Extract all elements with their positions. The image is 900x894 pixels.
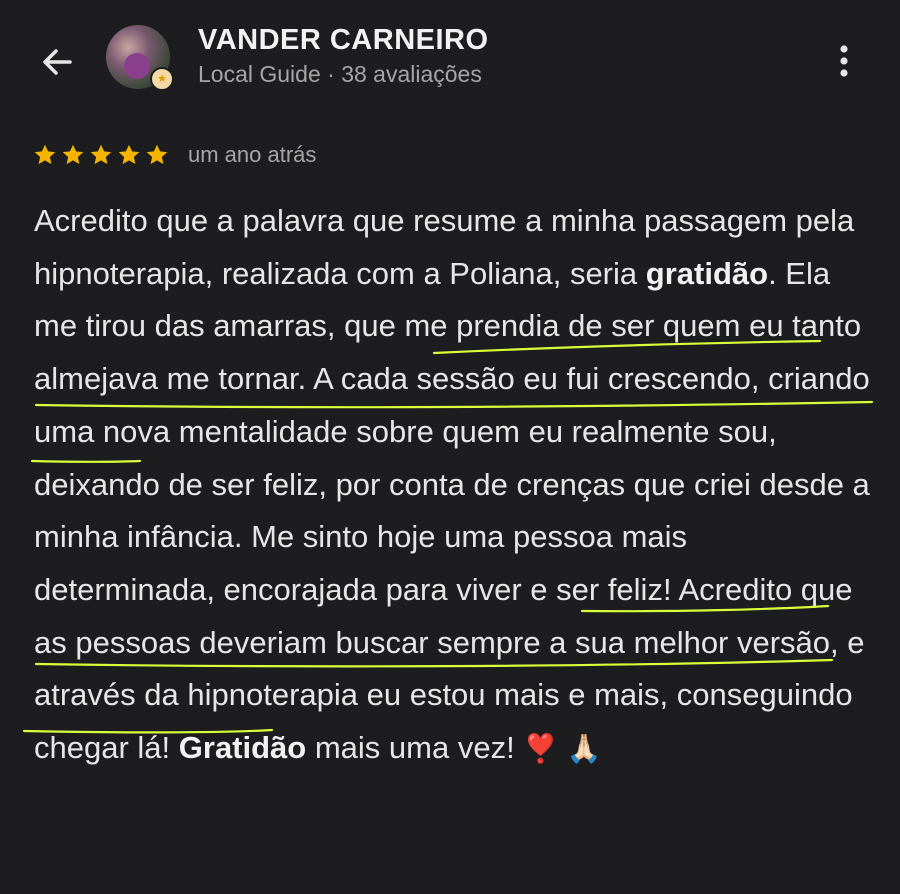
star-filled-icon — [34, 144, 56, 165]
local-guide-star-icon: ★ — [150, 67, 174, 91]
review-bold-gratidao-closing: Gratidão — [178, 730, 307, 766]
avatar-photo — [124, 53, 150, 79]
rating-row: um ano atrás — [32, 140, 316, 170]
back-button[interactable] — [36, 40, 80, 84]
star-filled-icon — [146, 144, 168, 165]
reviewer-meta: Local Guide · 38 avaliações — [198, 61, 482, 87]
more-vertical-icon — [840, 45, 848, 77]
more-options-button[interactable] — [826, 40, 862, 84]
folded-hands-emoji: 🙏🏻 — [566, 732, 602, 766]
star-filled-icon — [62, 144, 84, 165]
star-filled-icon — [118, 144, 140, 165]
avatar[interactable]: ★ — [106, 25, 174, 91]
review-text: Acredito que a palavra que resume a minh… — [34, 195, 874, 776]
review-text-part: mais uma vez! — [306, 730, 524, 766]
review-bold-gratidao: gratidão — [645, 255, 769, 291]
star-filled-icon — [90, 144, 112, 165]
arrow-left-icon — [43, 49, 72, 75]
review-header: ★ VANDER CARNEIRO Local Guide · 38 avali… — [0, 0, 900, 120]
reviewer-name[interactable]: VANDER CARNEIRO — [198, 24, 489, 57]
review-text-part: . Ela me tirou das amarras, que me prend… — [34, 255, 870, 766]
review-time: um ano atrás — [188, 142, 317, 167]
heart-exclamation-emoji: ❣️ — [523, 732, 559, 766]
star-rating — [32, 142, 170, 168]
